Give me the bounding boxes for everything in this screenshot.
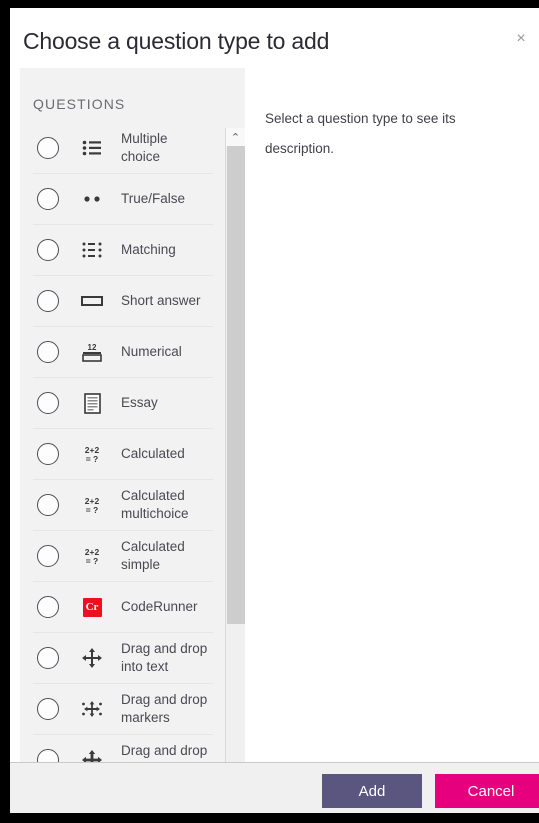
coderunner-badge-text: Cr — [82, 597, 102, 617]
document-lines-icon — [79, 390, 105, 416]
question-type-radio[interactable] — [37, 341, 59, 363]
question-type-row[interactable]: Matching — [33, 225, 213, 276]
cancel-button[interactable]: Cancel — [435, 774, 539, 808]
question-type-radio[interactable] — [37, 698, 59, 720]
svg-text:12: 12 — [88, 343, 97, 352]
question-type-row[interactable]: 2+2 = ? Calculated simple — [33, 531, 213, 582]
question-type-list[interactable]: Multiple choice True/False Matching Short a… — [20, 123, 226, 762]
question-type-row[interactable]: Essay — [33, 378, 213, 429]
question-type-radio[interactable] — [37, 647, 59, 669]
text-box-icon — [79, 288, 105, 314]
coderunner-cr-icon: Cr — [79, 594, 105, 620]
question-type-label: Drag and drop markers — [121, 692, 208, 725]
two-dots-icon — [79, 186, 105, 212]
screen-backdrop: Choose a question type to add × QUESTION… — [0, 0, 539, 823]
question-type-label: Short answer — [121, 293, 201, 308]
matching-grid-icon — [79, 237, 105, 263]
description-text: Select a question type to see its descri… — [265, 111, 456, 156]
question-type-radio[interactable] — [37, 596, 59, 618]
question-type-label: Matching — [121, 242, 176, 257]
question-type-label: Numerical — [121, 344, 182, 359]
question-type-radio[interactable] — [37, 137, 59, 159]
equation-2plus2-icon: 2+2 = ? — [79, 492, 105, 518]
question-type-label: True/False — [121, 191, 186, 206]
question-type-row[interactable]: Drag and drop onto image — [33, 735, 213, 762]
dialog-title: Choose a question type to add — [23, 28, 330, 54]
question-type-label: CodeRunner — [121, 599, 198, 614]
question-type-row[interactable]: 12 Numerical — [33, 327, 213, 378]
question-type-label: Multiple choice — [121, 131, 168, 164]
svg-text:= ?: = ? — [86, 505, 99, 515]
drag-cross-icon — [79, 747, 105, 762]
question-type-panel: QUESTIONS Multiple choice True/False Match… — [20, 68, 255, 762]
question-type-row[interactable]: True/False — [33, 174, 213, 225]
question-type-radio[interactable] — [37, 494, 59, 516]
question-type-row[interactable]: Drag and drop markers — [33, 684, 213, 735]
dialog-body: QUESTIONS Multiple choice True/False Match… — [10, 68, 539, 813]
scrollbar-thumb[interactable] — [227, 146, 245, 624]
question-type-label: Calculated multichoice — [121, 488, 189, 521]
drag-arrows-icon — [79, 645, 105, 671]
question-type-radio[interactable] — [37, 239, 59, 261]
svg-text:= ?: = ? — [86, 556, 99, 566]
question-type-radio[interactable] — [37, 545, 59, 567]
question-type-radio[interactable] — [37, 749, 59, 762]
chevron-up-icon[interactable]: ⌃ — [226, 128, 245, 146]
question-type-row[interactable]: 2+2 = ? Calculated multichoice — [33, 480, 213, 531]
question-type-row[interactable]: Cr CodeRunner — [33, 582, 213, 633]
question-type-radio[interactable] — [37, 290, 59, 312]
close-icon[interactable]: × — [510, 28, 532, 50]
question-type-label: Calculated — [121, 446, 185, 461]
choose-question-type-dialog: Choose a question type to add × QUESTION… — [10, 8, 539, 813]
add-button[interactable]: Add — [322, 774, 422, 808]
question-type-label: Drag and drop into text — [121, 641, 208, 674]
dialog-header: Choose a question type to add × — [10, 8, 539, 68]
question-type-radio[interactable] — [37, 188, 59, 210]
question-list-scrollbar[interactable]: ⌃ ⌄ — [225, 128, 245, 813]
question-type-row[interactable]: Short answer — [33, 276, 213, 327]
questions-heading: QUESTIONS — [33, 96, 126, 112]
question-type-radio[interactable] — [37, 392, 59, 414]
question-type-row[interactable]: Multiple choice — [33, 123, 213, 174]
drag-markers-icon — [79, 696, 105, 722]
bullet-list-icon — [79, 135, 105, 161]
description-panel: Select a question type to see its descri… — [245, 68, 539, 762]
question-type-radio[interactable] — [37, 443, 59, 465]
question-type-row[interactable]: 2+2 = ? Calculated — [33, 429, 213, 480]
question-type-label: Calculated simple — [121, 539, 185, 572]
svg-text:= ?: = ? — [86, 454, 99, 464]
numeric-12-icon: 12 — [79, 339, 105, 365]
equation-2plus2-icon: 2+2 = ? — [79, 441, 105, 467]
equation-2plus2-icon: 2+2 = ? — [79, 543, 105, 569]
question-type-label: Drag and drop onto image — [121, 743, 208, 762]
question-type-label: Essay — [121, 395, 158, 410]
dialog-footer: Add Cancel — [10, 762, 539, 813]
question-type-row[interactable]: Drag and drop into text — [33, 633, 213, 684]
